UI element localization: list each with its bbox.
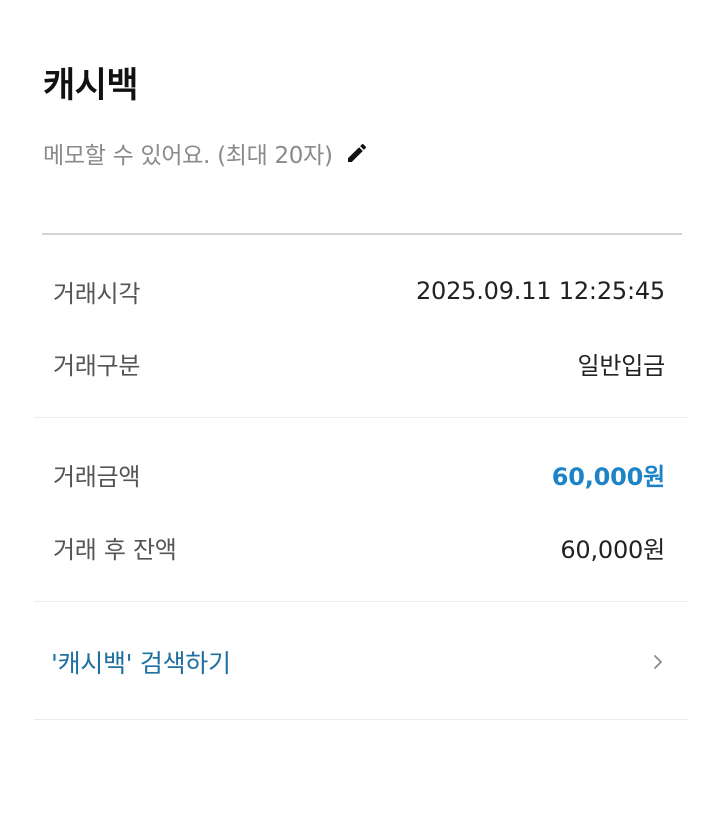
search-cashback-link[interactable]: '캐시백' 검색하기 bbox=[51, 640, 665, 684]
transaction-time-row: 거래시각 2025.09.11 12:25:45 bbox=[53, 271, 665, 311]
section-divider bbox=[34, 601, 688, 602]
section-divider bbox=[34, 719, 688, 720]
memo-edit[interactable]: 메모할 수 있어요. (최대 20자) bbox=[43, 136, 369, 170]
chevron-right-icon bbox=[651, 653, 665, 671]
transaction-amount-label: 거래금액 bbox=[53, 462, 141, 491]
transaction-time-value: 2025.09.11 12:25:45 bbox=[415, 277, 665, 305]
balance-value: 60,000원 bbox=[560, 535, 665, 564]
page-title: 캐시백 bbox=[43, 66, 139, 106]
search-cashback-label: '캐시백' 검색하기 bbox=[51, 649, 231, 678]
transaction-type-label: 거래구분 bbox=[53, 351, 141, 380]
transaction-amount-row: 거래금액 60,000원 bbox=[53, 454, 665, 494]
transaction-type-row: 거래구분 일반입금 bbox=[53, 343, 665, 383]
balance-row: 거래 후 잔액 60,000원 bbox=[53, 527, 665, 567]
header-divider bbox=[42, 233, 682, 235]
transaction-type-value: 일반입금 bbox=[577, 351, 665, 380]
pencil-icon[interactable] bbox=[345, 141, 369, 165]
section-divider bbox=[34, 417, 688, 418]
balance-label: 거래 후 잔액 bbox=[53, 535, 177, 564]
transaction-time-label: 거래시각 bbox=[53, 279, 141, 308]
transaction-amount-value: 60,000원 bbox=[551, 462, 665, 491]
memo-placeholder: 메모할 수 있어요. (최대 20자) bbox=[43, 143, 333, 169]
